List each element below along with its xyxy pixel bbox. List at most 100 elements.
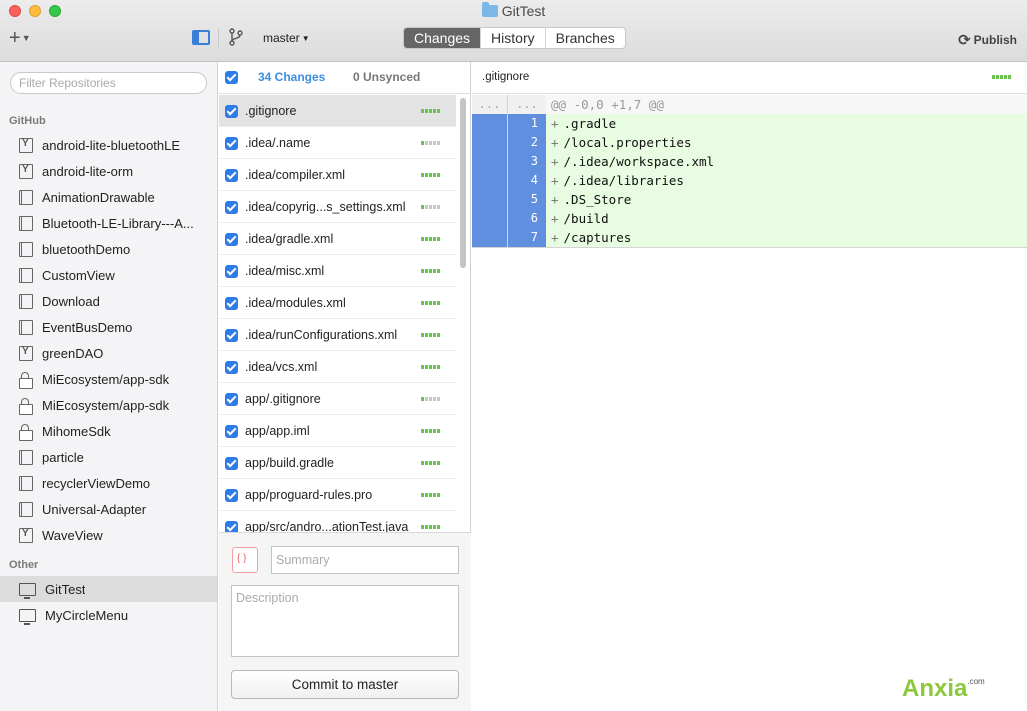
file-row[interactable]: .idea/compiler.xml <box>219 159 456 191</box>
line-text: .gradle <box>563 116 617 131</box>
toolbar-divider <box>218 28 219 48</box>
lock-icon <box>19 423 33 441</box>
file-list-scrollbar[interactable] <box>460 98 466 268</box>
file-checkbox[interactable] <box>225 169 238 182</box>
sidebar-repo-item[interactable]: GitTest <box>0 576 217 602</box>
sidebar-repo-item[interactable]: MiEcosystem/app-sdk <box>0 366 217 392</box>
diff-added-line: 5 + .DS_Store <box>472 190 1027 209</box>
file-name: .idea/runConfigurations.xml <box>245 328 398 342</box>
file-checkbox[interactable] <box>225 457 238 470</box>
sidebar-repo-item[interactable]: bluetoothDemo <box>0 236 217 262</box>
file-name: .idea/gradle.xml <box>245 232 334 246</box>
file-row[interactable]: .idea/runConfigurations.xml <box>219 319 456 351</box>
repo-label: WaveView <box>42 527 103 543</box>
file-row[interactable]: .idea/gradle.xml <box>219 223 456 255</box>
tab-changes[interactable]: Changes <box>404 28 481 48</box>
sidebar-repo-item[interactable]: android-lite-bluetoothLE <box>0 132 217 158</box>
branch-selector[interactable]: master ▼ <box>263 31 310 45</box>
sidebar-repo-item[interactable]: MyCircleMenu <box>0 602 217 628</box>
sidebar-repo-item[interactable]: AnimationDrawable <box>0 184 217 210</box>
publish-button[interactable]: ⟳ Publish <box>958 31 1017 49</box>
diff-stat-bar <box>421 141 440 145</box>
file-row[interactable]: app/build.gradle <box>219 447 456 479</box>
line-text: /local.properties <box>563 135 692 150</box>
diff-stat-bar <box>421 365 440 369</box>
file-checkbox[interactable] <box>225 265 238 278</box>
diff-stat-bar <box>421 333 440 337</box>
diff-stat-bar <box>421 493 440 497</box>
new-line-gutter: ... <box>507 95 546 114</box>
file-checkbox[interactable] <box>225 425 238 438</box>
repo-icon <box>19 267 33 283</box>
watermark-suffix: .com <box>967 677 985 686</box>
new-line-number: 3 <box>507 152 546 171</box>
file-checkbox[interactable] <box>225 361 238 374</box>
plus-icon: + <box>551 211 559 226</box>
file-name: .idea/copyrig...s_settings.xml <box>245 200 406 214</box>
file-checkbox[interactable] <box>225 297 238 310</box>
sidebar-repo-item[interactable]: EventBusDemo <box>0 314 217 340</box>
commit-button[interactable]: Commit to master <box>231 670 459 699</box>
description-input[interactable]: Description <box>231 585 459 657</box>
line-code: + /build <box>546 209 1027 228</box>
branch-icon[interactable] <box>228 28 244 46</box>
file-row[interactable]: .idea/modules.xml <box>219 287 456 319</box>
file-checkbox[interactable] <box>225 233 238 246</box>
repo-label: Download <box>42 293 100 309</box>
file-checkbox[interactable] <box>225 105 238 118</box>
sidebar-repo-item[interactable]: android-lite-orm <box>0 158 217 184</box>
sidebar-repo-item[interactable]: Universal-Adapter <box>0 496 217 522</box>
sidebar-repo-item[interactable]: particle <box>0 444 217 470</box>
tab-history[interactable]: History <box>480 28 545 48</box>
filter-repositories-input[interactable]: Filter Repositories <box>10 72 207 94</box>
summary-input[interactable]: Summary <box>271 546 459 574</box>
file-row[interactable]: .idea/misc.xml <box>219 255 456 287</box>
sidebar-repo-item[interactable]: Bluetooth-LE-Library---A... <box>0 210 217 236</box>
other-section-label: Other <box>9 559 39 571</box>
file-row[interactable]: .idea/vcs.xml <box>219 351 456 383</box>
sidebar-repo-item[interactable]: WaveView <box>0 522 217 548</box>
file-checkbox[interactable] <box>225 137 238 150</box>
folder-icon <box>481 2 498 17</box>
file-name: app/proguard-rules.pro <box>245 488 373 502</box>
monitor-icon <box>19 608 36 625</box>
repo-icon <box>19 501 33 517</box>
file-name: app/build.gradle <box>245 456 334 470</box>
unsynced-count[interactable]: 0 Unsynced <box>353 70 420 84</box>
diff-body: ... ... @@ -0,0 +1,7 @@ 1 + .gradle 2 + /loca… <box>472 95 1027 248</box>
file-checkbox[interactable] <box>225 329 238 342</box>
sidebar-repo-item[interactable]: MiEcosystem/app-sdk <box>0 392 217 418</box>
select-all-checkbox[interactable] <box>225 71 238 84</box>
diff-hunk-header: ... ... @@ -0,0 +1,7 @@ <box>472 95 1027 114</box>
file-row[interactable]: app/app.iml <box>219 415 456 447</box>
add-repository-button[interactable]: +▼ <box>9 28 31 48</box>
plus-icon: + <box>551 116 559 131</box>
file-row[interactable]: app/proguard-rules.pro <box>219 479 456 511</box>
sidebar-repo-item[interactable]: recyclerViewDemo <box>0 470 217 496</box>
new-line-number: 2 <box>507 133 546 152</box>
file-name: .idea/vcs.xml <box>245 360 318 374</box>
file-checkbox[interactable] <box>225 489 238 502</box>
sidebar-repo-item[interactable]: MihomeSdk <box>0 418 217 444</box>
file-row[interactable]: app/.gitignore <box>219 383 456 415</box>
toggle-sidebar-icon[interactable] <box>192 30 210 45</box>
file-checkbox[interactable] <box>225 393 238 406</box>
changes-count[interactable]: 34 Changes <box>258 70 325 84</box>
new-line-number: 1 <box>507 114 546 133</box>
sidebar-repo-item[interactable]: CustomView <box>0 262 217 288</box>
repo-label: MyCircleMenu <box>45 607 129 623</box>
repo-icon <box>19 215 33 231</box>
file-name: .idea/misc.xml <box>245 264 325 278</box>
sidebar-repo-item[interactable]: Download <box>0 288 217 314</box>
tab-branches[interactable]: Branches <box>544 28 625 48</box>
repo-label: MiEcosystem/app-sdk <box>42 371 170 387</box>
file-row[interactable]: .idea/copyrig...s_settings.xml <box>219 191 456 223</box>
file-row[interactable]: .idea/.name <box>219 127 456 159</box>
file-row[interactable]: .gitignore <box>219 95 456 127</box>
file-checkbox[interactable] <box>225 201 238 214</box>
diff-added-line: 1 + .gradle <box>472 114 1027 133</box>
watermark-text: Anxia <box>902 675 968 702</box>
sidebar-repo-item[interactable]: greenDAO <box>0 340 217 366</box>
fork-icon <box>19 137 33 153</box>
github-section-label: GitHub <box>9 115 46 127</box>
